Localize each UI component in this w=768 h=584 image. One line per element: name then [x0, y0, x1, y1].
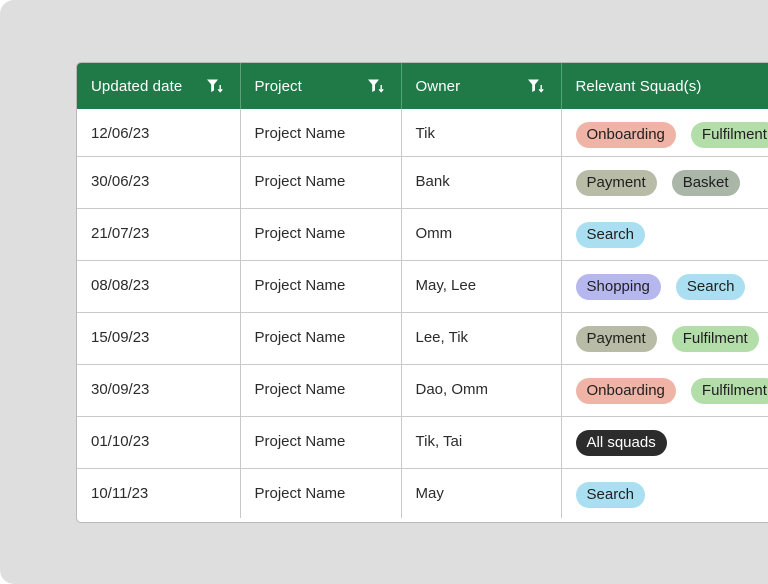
- column-header-label: Project: [254, 77, 302, 95]
- project-cell: Project Name: [240, 467, 402, 518]
- date-cell: 21/07/23: [77, 207, 241, 260]
- table-row[interactable]: 08/08/23 Project Name May, Lee Shopping Sear…: [77, 259, 768, 312]
- squad-tag-search[interactable]: Search: [675, 273, 746, 300]
- project-cell: Project Name: [240, 415, 402, 468]
- date-cell: 10/11/23: [77, 467, 241, 518]
- date-cell-text: 30/09/23: [91, 380, 150, 398]
- squad-tag-fulfilment[interactable]: Fulfilment: [690, 377, 768, 404]
- owner-cell: Omm: [401, 207, 562, 260]
- column-header-label: Updated date: [91, 77, 183, 95]
- project-cell: Project Name: [240, 155, 402, 208]
- date-cell: 08/08/23: [77, 259, 241, 312]
- owner-cell: Tik, Tai: [401, 415, 562, 468]
- date-cell-text: 15/09/23: [91, 328, 150, 346]
- squad-tag-basket[interactable]: Basket: [671, 169, 740, 196]
- owner-cell: Tik: [401, 109, 562, 156]
- table-row[interactable]: 01/10/23 Project Name Tik, Tai All squads: [77, 415, 768, 468]
- filter-sort-icon[interactable]: [367, 78, 385, 94]
- table-row[interactable]: 21/07/23 Project Name Omm Search: [77, 207, 768, 260]
- projects-table-card: Updated date Project Owner Relevant Squad(s…: [76, 62, 768, 523]
- squad-tag-search[interactable]: Search: [575, 481, 646, 508]
- column-header-owner[interactable]: Owner: [401, 63, 562, 109]
- owner-cell-text: Tik: [415, 125, 435, 142]
- owner-cell: May, Lee: [401, 259, 562, 312]
- owner-cell-text: Tik, Tai: [415, 432, 463, 450]
- project-cell: Project Name: [240, 109, 402, 156]
- date-cell-text: 21/07/23: [91, 224, 150, 242]
- owner-cell-text: Lee, Tik: [415, 328, 469, 346]
- table-row[interactable]: 15/09/23 Project Name Lee, Tik Payment Fulfi…: [77, 311, 768, 364]
- owner-cell-text: May, Lee: [415, 276, 477, 294]
- squad-tag-payment[interactable]: Payment: [575, 169, 657, 196]
- project-cell-text: Project Name: [254, 432, 346, 450]
- squad-tag-search[interactable]: Search: [575, 221, 646, 248]
- date-cell-text: 08/08/23: [91, 276, 150, 294]
- project-cell-text: Project Name: [254, 172, 346, 190]
- project-cell-text: Project Name: [254, 380, 346, 398]
- table-row[interactable]: 30/09/23 Project Name Dao, Omm Onboarding Fu…: [77, 363, 768, 416]
- table-header: Updated date Project Owner Relevant Squad(s…: [77, 63, 768, 109]
- project-cell-text: Project Name: [254, 224, 346, 242]
- project-cell: Project Name: [240, 207, 402, 260]
- project-cell-text: Project Name: [254, 125, 346, 142]
- squad-tag-fulfilment[interactable]: Fulfilment: [690, 122, 768, 148]
- project-cell-text: Project Name: [254, 328, 346, 346]
- squads-cell: Payment Basket: [561, 155, 768, 208]
- column-header-label: Relevant Squad(s): [575, 77, 702, 95]
- squads-cell: Search: [561, 207, 768, 260]
- date-cell: 12/06/23: [77, 109, 241, 156]
- table-header-row: Updated date Project Owner Relevant Squad(s…: [77, 63, 768, 109]
- filter-sort-icon[interactable]: [206, 78, 224, 94]
- squad-tag-onboarding[interactable]: Onboarding: [575, 377, 676, 404]
- projects-table: Updated date Project Owner Relevant Squad(s…: [77, 63, 768, 518]
- squads-cell: Onboarding Fulfilment: [561, 109, 768, 156]
- squad-tag-shopping[interactable]: Shopping: [575, 273, 661, 300]
- project-cell-text: Project Name: [254, 484, 346, 502]
- table-body: 12/06/23 Project Name Tik Onboarding Fulfilm…: [77, 109, 768, 518]
- squads-cell: Search: [561, 467, 768, 518]
- owner-cell-text: May: [415, 484, 444, 502]
- squads-cell: Shopping Search: [561, 259, 768, 312]
- squads-cell: Onboarding Fulfilment: [561, 363, 768, 416]
- table-row[interactable]: 30/06/23 Project Name Bank Payment Basket: [77, 155, 768, 208]
- squad-tag-onboarding[interactable]: Onboarding: [575, 122, 676, 148]
- project-cell-text: Project Name: [254, 276, 346, 294]
- date-cell-text: 10/11/23: [91, 484, 149, 502]
- date-cell-text: 01/10/23: [91, 432, 150, 450]
- squads-cell: Payment Fulfilment: [561, 311, 768, 364]
- column-header-project[interactable]: Project: [240, 63, 402, 109]
- column-header-relevant-squads[interactable]: Relevant Squad(s): [561, 63, 768, 109]
- squad-tag-fulfilment[interactable]: Fulfilment: [671, 325, 759, 352]
- owner-cell-text: Dao, Omm: [415, 380, 489, 398]
- page-background: Updated date Project Owner Relevant Squad(s…: [0, 0, 768, 584]
- project-cell: Project Name: [240, 259, 402, 312]
- owner-cell-text: Bank: [415, 172, 450, 190]
- date-cell-text: 12/06/23: [91, 125, 150, 142]
- date-cell: 15/09/23: [77, 311, 241, 364]
- owner-cell: May: [401, 467, 562, 518]
- project-cell: Project Name: [240, 311, 402, 364]
- owner-cell: Dao, Omm: [401, 363, 562, 416]
- date-cell: 01/10/23: [77, 415, 241, 468]
- filter-sort-icon[interactable]: [527, 78, 545, 94]
- table-row[interactable]: 12/06/23 Project Name Tik Onboarding Fulfilm…: [77, 109, 768, 156]
- squad-tag-payment[interactable]: Payment: [575, 325, 657, 352]
- column-header-updated-date[interactable]: Updated date: [77, 63, 241, 109]
- date-cell-text: 30/06/23: [91, 172, 150, 190]
- squad-tag-all[interactable]: All squads: [575, 429, 667, 456]
- owner-cell: Lee, Tik: [401, 311, 562, 364]
- column-header-label: Owner: [415, 77, 461, 95]
- squads-cell: All squads: [561, 415, 768, 468]
- date-cell: 30/09/23: [77, 363, 241, 416]
- table-row[interactable]: 10/11/23 Project Name May Search: [77, 467, 768, 518]
- project-cell: Project Name: [240, 363, 402, 416]
- owner-cell-text: Omm: [415, 224, 453, 242]
- owner-cell: Bank: [401, 155, 562, 208]
- date-cell: 30/06/23: [77, 155, 241, 208]
